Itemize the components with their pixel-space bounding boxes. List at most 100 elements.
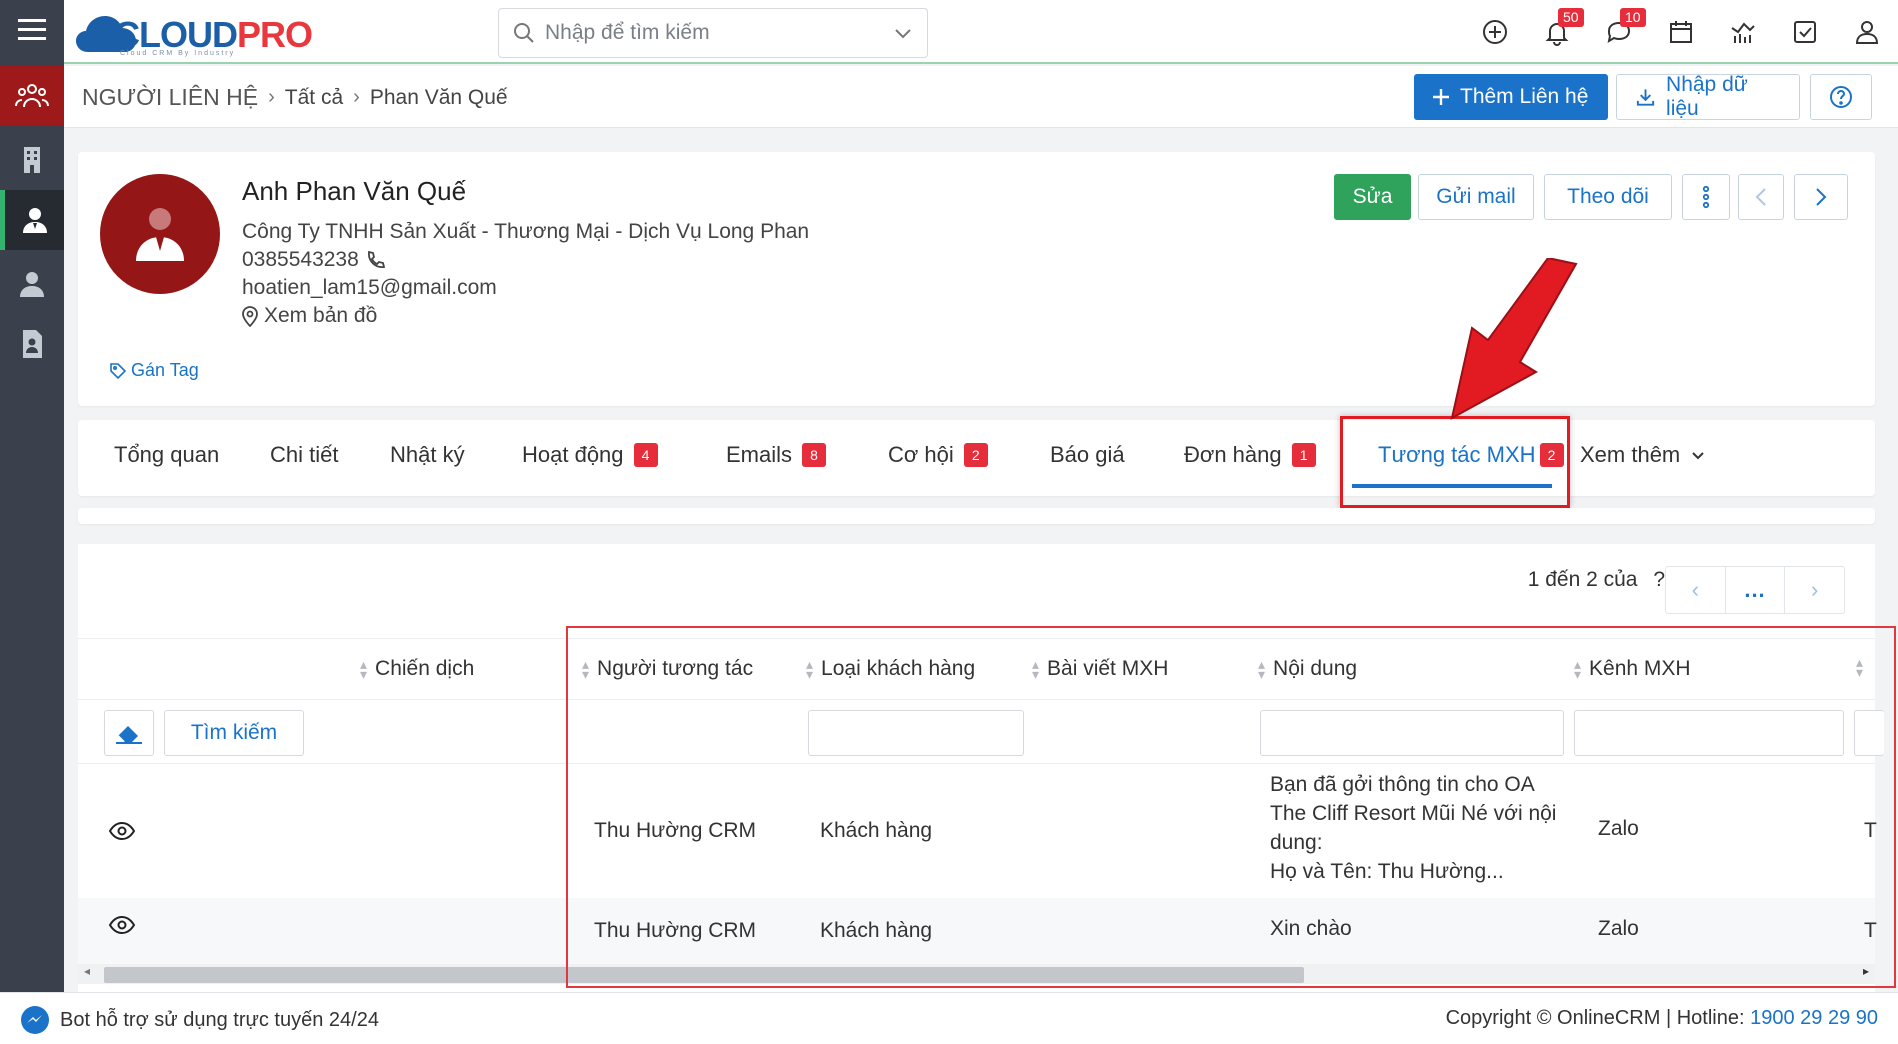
pagination-total-unknown[interactable]: ? <box>1653 568 1665 591</box>
tab-emails[interactable]: Emails 8 <box>726 442 827 468</box>
help-circle-icon <box>1830 86 1852 108</box>
phone-icon <box>367 250 385 268</box>
edit-button[interactable]: Sửa <box>1334 174 1411 220</box>
tab-opportunities[interactable]: Cơ hội 2 <box>888 442 988 468</box>
sidebar-item-documents[interactable] <box>0 314 64 374</box>
messages-button[interactable]: 10 <box>1588 0 1650 64</box>
email-address: hoatien_lam15@gmail.com <box>242 276 497 299</box>
search-input[interactable] <box>545 21 893 45</box>
plus-circle-icon <box>1483 20 1507 44</box>
tab-quotes[interactable]: Báo giá <box>1050 442 1125 468</box>
user-profile-button[interactable] <box>1836 0 1898 64</box>
company-name: Công Ty TNHH Sản Xuất - Thương Mại - Dịc… <box>242 220 810 243</box>
assign-tag-link[interactable]: Gán Tag <box>110 360 199 381</box>
person-icon <box>20 272 44 297</box>
breadcrumb: NGƯỜI LIÊN HỆ › Tất cả › Phan Văn Quế <box>82 84 508 111</box>
phone-number: 0385543238 <box>242 248 359 271</box>
sidebar-item-organizations[interactable] <box>0 130 64 190</box>
prev-page-button[interactable]: ‹ <box>1666 567 1726 613</box>
contact-name: Anh Phan Văn Quế <box>242 176 467 206</box>
brand-main: CLOUD <box>114 14 238 55</box>
view-map-label: Xem bản đồ <box>264 304 378 327</box>
previous-record-button[interactable] <box>1738 174 1784 220</box>
support-bot-label: Bot hỗ trợ sử dụng trực tuyến 24/24 <box>60 1008 379 1031</box>
cloudpro-logo[interactable]: CLOUDPRO Cloud CRM By Industry <box>74 6 314 58</box>
send-mail-button[interactable]: Gửi mail <box>1418 174 1534 220</box>
highlight-box-tab <box>1340 416 1570 508</box>
map-pin-icon <box>242 306 258 327</box>
tasks-button[interactable] <box>1774 0 1836 64</box>
checkbox-icon <box>1794 21 1816 43</box>
page-menu-button[interactable]: ... <box>1725 567 1786 613</box>
support-bot-link[interactable]: Bot hỗ trợ sử dụng trực tuyến 24/24 <box>20 1005 379 1035</box>
contact-phone[interactable]: 0385543238 <box>242 248 385 272</box>
users-group-icon <box>15 84 49 108</box>
top-icon-bar: 50 10 <box>1464 0 1898 64</box>
chart-icon <box>1731 22 1755 43</box>
view-map-link[interactable]: Xem bản đồ <box>242 304 377 328</box>
sort-icon: ▴ ▾ <box>360 656 368 682</box>
breadcrumb-all[interactable]: Tất cả <box>285 86 343 110</box>
bell-badge: 50 <box>1558 8 1584 27</box>
tab-label: Emails <box>726 442 793 467</box>
tab-orders[interactable]: Đơn hàng 1 <box>1184 442 1316 468</box>
next-page-button[interactable]: › <box>1785 567 1844 613</box>
add-contact-label: Thêm Liên hệ <box>1460 85 1589 108</box>
calendar-icon <box>1670 21 1692 43</box>
next-record-button[interactable] <box>1794 174 1848 220</box>
brand-accent: PRO <box>237 14 313 55</box>
chevron-down-icon[interactable] <box>893 23 913 43</box>
view-eye-icon[interactable] <box>108 820 136 842</box>
tab-details[interactable]: Chi tiết <box>270 442 338 468</box>
profile-card: Anh Phan Văn Quế Công Ty TNHH Sản Xuất -… <box>78 152 1875 406</box>
table-search-button[interactable]: Tìm kiếm <box>164 710 304 756</box>
more-options-button[interactable] <box>1682 174 1730 220</box>
import-data-button[interactable]: Nhập dữ liệu <box>1616 73 1800 120</box>
tab-log[interactable]: Nhật ký <box>390 442 465 468</box>
plus-icon <box>1433 89 1449 105</box>
brand-sub: Cloud CRM By Industry <box>120 50 236 57</box>
eraser-icon <box>116 726 142 744</box>
follow-button[interactable]: Theo dõi <box>1544 174 1672 220</box>
breadcrumb-current: Phan Văn Quế <box>369 85 508 109</box>
contact-email[interactable]: hoatien_lam15@gmail.com <box>242 276 497 300</box>
scroll-left-arrow[interactable]: ◂ <box>84 964 90 978</box>
tab-label: Nhật ký <box>390 442 465 467</box>
view-eye-icon[interactable] <box>108 914 136 936</box>
column-label: Chiến dịch <box>375 657 475 680</box>
clear-filters-button[interactable] <box>104 710 154 756</box>
tab-more[interactable]: Xem thêm <box>1580 442 1706 468</box>
calendar-button[interactable] <box>1650 0 1712 64</box>
vertical-dots-icon <box>1702 185 1710 209</box>
add-contact-button[interactable]: Thêm Liên hệ <box>1414 74 1608 120</box>
tab-label: Báo giá <box>1050 442 1125 467</box>
chevron-right-icon <box>1816 188 1827 206</box>
person-avatar-icon <box>136 208 184 261</box>
import-data-label: Nhập dữ liệu <box>1666 73 1748 120</box>
add-new-button[interactable] <box>1464 0 1526 64</box>
red-arrow-annotation <box>1450 258 1578 420</box>
global-search[interactable] <box>498 8 928 58</box>
hotline-number[interactable]: 1900 29 29 90 <box>1750 1007 1878 1029</box>
breadcrumb-root[interactable]: NGƯỜI LIÊN HỆ <box>82 84 258 111</box>
tab-activities[interactable]: Hoạt động 4 <box>522 442 658 468</box>
tab-label: Cơ hội <box>888 442 954 467</box>
tab-label: Đơn hàng <box>1184 442 1282 467</box>
tab-count-badge: 4 <box>633 443 658 467</box>
chevron-right-icon: › <box>353 86 360 108</box>
sidebar-item-contacts-group[interactable] <box>0 66 64 126</box>
reports-button[interactable] <box>1712 0 1774 64</box>
left-sidebar <box>0 0 64 992</box>
assign-tag-label: Gán Tag <box>131 360 199 380</box>
chat-badge: 10 <box>1620 8 1646 27</box>
chevron-down-icon <box>1692 452 1704 460</box>
help-button[interactable] <box>1810 74 1872 120</box>
menu-icon[interactable] <box>0 0 64 60</box>
column-header-campaign[interactable]: ▴ ▾ Chiến dịch <box>360 657 474 681</box>
contact-card-icon <box>23 330 42 358</box>
notifications-button[interactable]: 50 <box>1526 0 1588 64</box>
sidebar-item-contacts[interactable] <box>0 190 64 250</box>
sidebar-item-leads[interactable] <box>0 254 64 314</box>
pagination-range: 1 đến 2 của <box>1527 568 1638 591</box>
tab-overview[interactable]: Tổng quan <box>114 442 219 468</box>
